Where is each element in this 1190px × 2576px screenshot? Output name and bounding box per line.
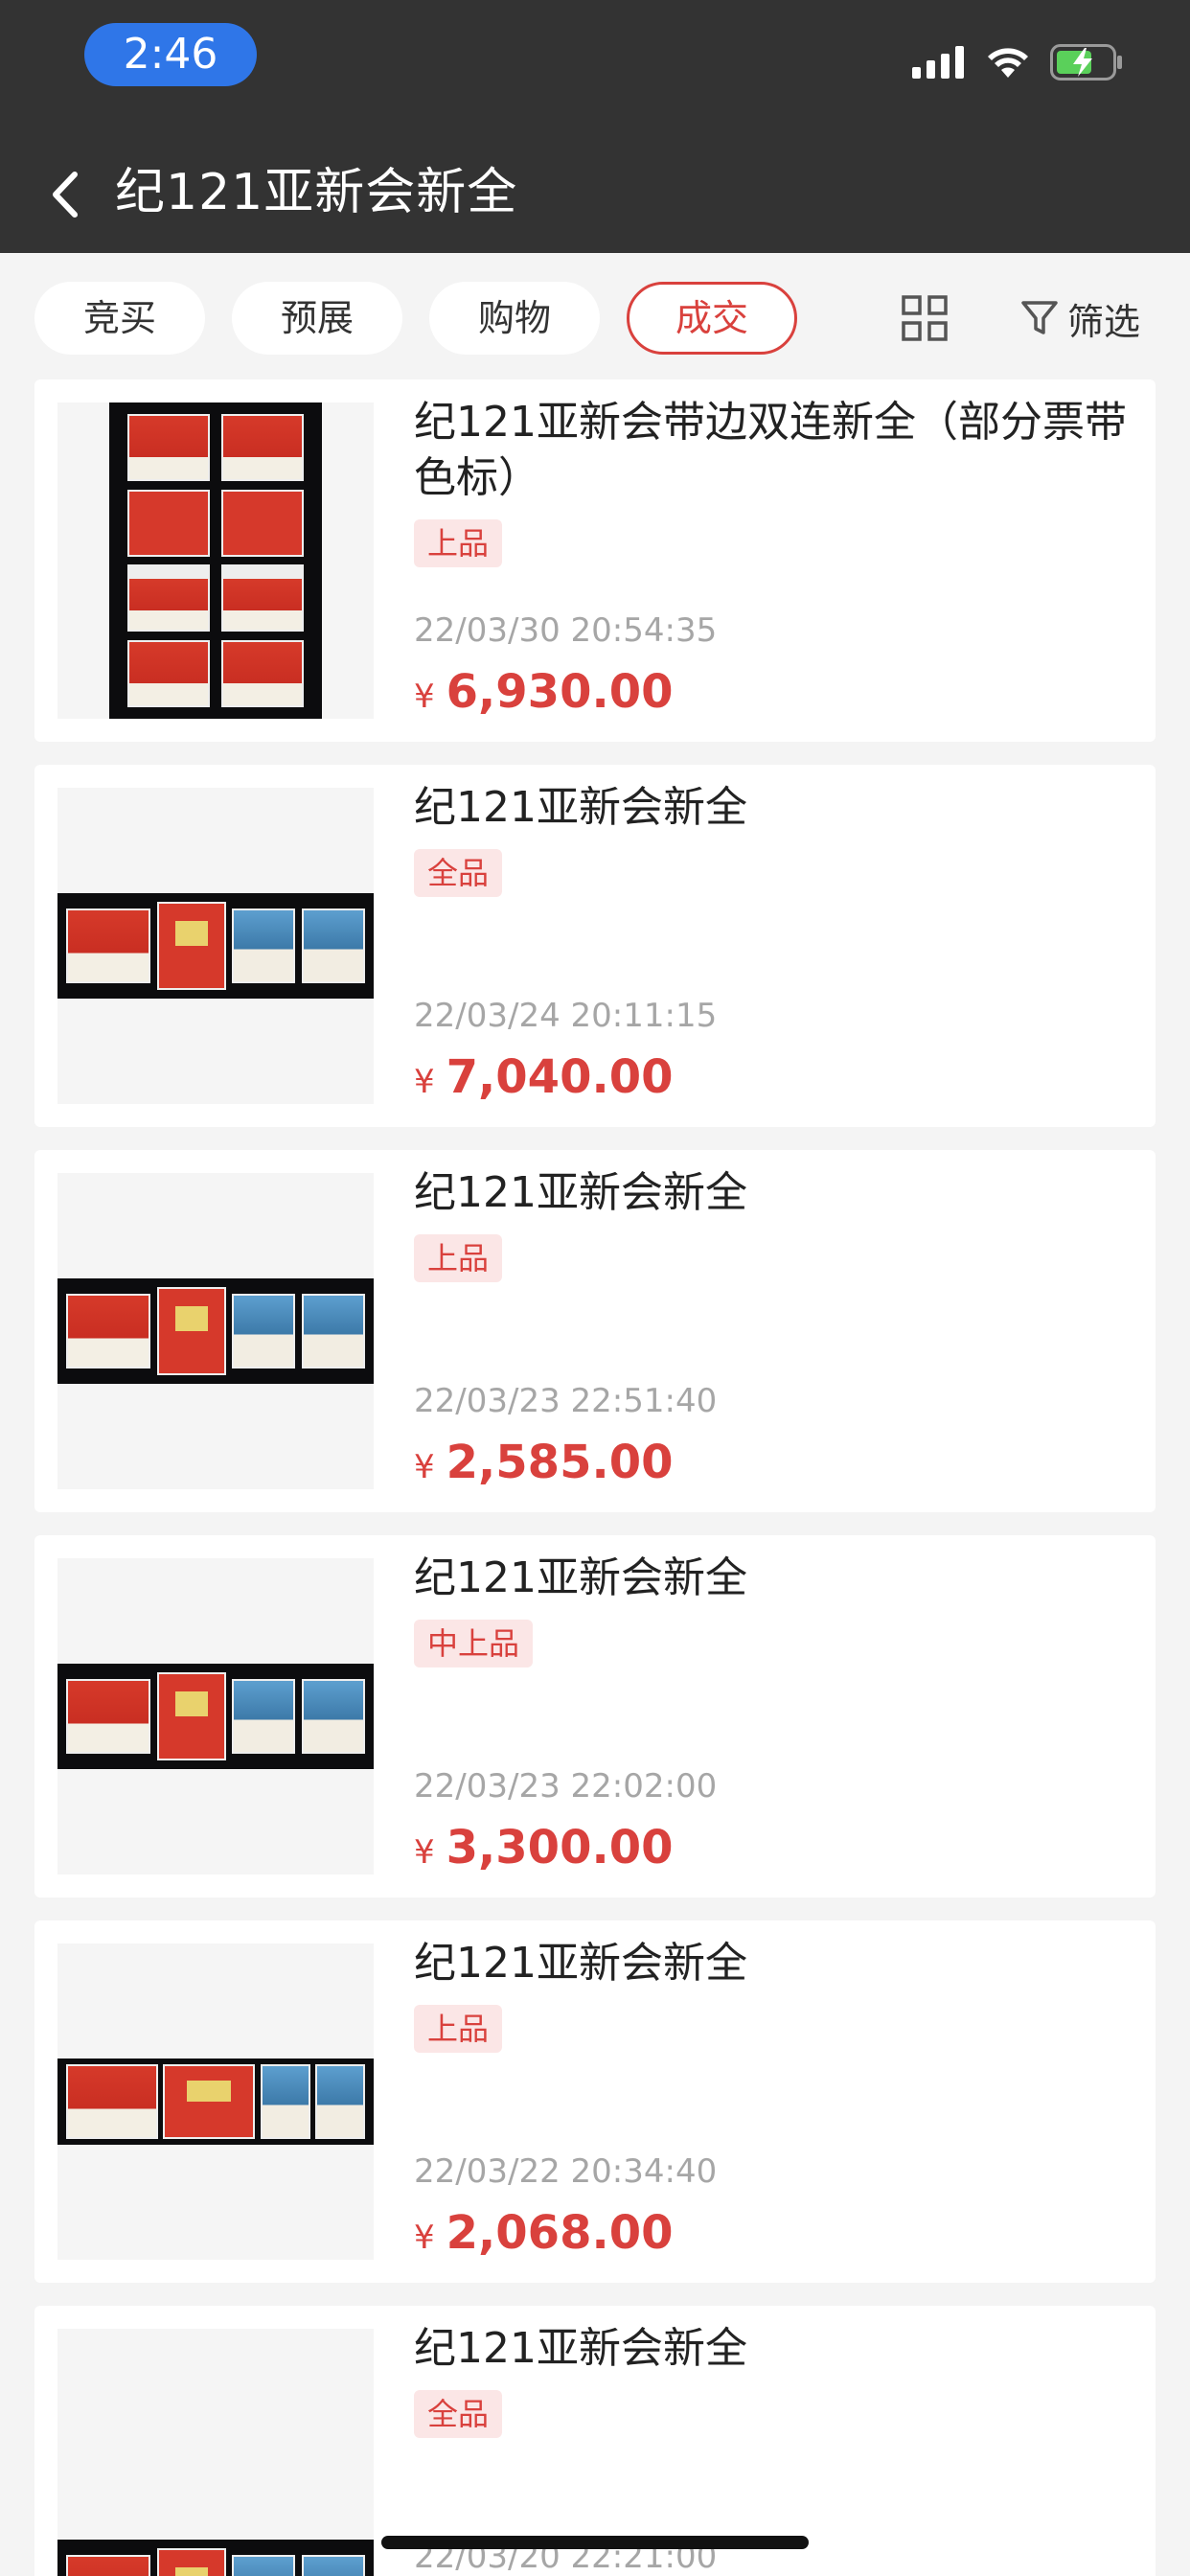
grade-badge: 中上品 <box>414 1620 534 1668</box>
item-title: 纪121亚新会新全 <box>414 1553 747 1602</box>
deal-price: ¥3,300.00 <box>414 1821 674 1874</box>
price-value: 6,930.00 <box>446 665 674 719</box>
list-item[interactable]: 纪121亚新会新全 上品 22/03/23 22:51:40 ¥2,585.00 <box>34 1150 1156 1512</box>
grade-badge: 上品 <box>414 2005 503 2053</box>
stamp-thumbnail <box>57 1944 374 2260</box>
list-item[interactable]: 纪121亚新会新全 中上品 22/03/23 22:02:00 ¥3,300.0… <box>34 1535 1156 1898</box>
list-item[interactable]: 纪121亚新会新全 全品 22/03/24 20:11:15 ¥7,040.00 <box>34 765 1156 1127</box>
deal-date: 22/03/24 20:11:15 <box>414 997 718 1035</box>
signal-icon <box>912 46 964 79</box>
grid-view-icon[interactable] <box>901 294 949 342</box>
filter-bar: 竞买 预展 购物 成交 筛选 <box>0 253 1190 380</box>
deal-date: 22/03/23 22:51:40 <box>414 1382 718 1420</box>
tab-preview[interactable]: 预展 <box>232 282 402 355</box>
page-title: 纪121亚新会新全 <box>115 164 518 221</box>
stamp-thumbnail <box>57 1558 374 1874</box>
list-item[interactable]: 纪121亚新会新全 上品 22/03/22 20:34:40 ¥2,068.00 <box>34 1920 1156 2283</box>
currency-symbol: ¥ <box>414 678 435 716</box>
price-value: 7,040.00 <box>446 1050 674 1104</box>
price-value: 2,585.00 <box>446 1436 674 1489</box>
grade-badge: 全品 <box>414 2390 503 2438</box>
status-time: 2:46 <box>84 23 257 86</box>
status-icons <box>912 38 1123 86</box>
item-title: 纪121亚新会新全 <box>414 1939 747 1988</box>
item-title: 纪121亚新会带边双连新全（部分票带色标） <box>414 398 1127 502</box>
grade-badge: 上品 <box>414 1234 503 1282</box>
list-item[interactable]: 纪121亚新会带边双连新全（部分票带色标） 上品 22/03/30 20:54:… <box>34 380 1156 742</box>
filter-button[interactable]: 筛选 <box>1019 291 1140 345</box>
wifi-icon <box>988 48 1028 78</box>
currency-symbol: ¥ <box>414 1833 435 1872</box>
stamp-thumbnail <box>57 1173 374 1489</box>
deal-date: 22/03/30 20:54:35 <box>414 611 718 650</box>
deal-price: ¥2,585.00 <box>414 1436 674 1489</box>
funnel-icon <box>1021 301 1058 334</box>
item-title: 纪121亚新会新全 <box>414 2324 747 2373</box>
stamp-thumbnail <box>57 2329 374 2576</box>
filter-label: 筛选 <box>1067 300 1141 343</box>
grade-badge: 全品 <box>414 849 503 897</box>
deal-date: 22/03/23 22:02:00 <box>414 1767 718 1806</box>
price-value: 2,068.00 <box>446 2206 674 2260</box>
back-arrow-icon[interactable] <box>38 161 96 228</box>
header: 2:46 纪121亚新会新全 <box>0 0 1190 253</box>
item-title: 纪121亚新会新全 <box>414 1168 747 1217</box>
deal-price: ¥6,930.00 <box>414 665 674 719</box>
battery-icon <box>1050 44 1122 80</box>
tab-deals[interactable]: 成交 <box>627 282 797 355</box>
tab-shopping[interactable]: 购物 <box>429 282 600 355</box>
currency-symbol: ¥ <box>414 1063 435 1101</box>
home-indicator[interactable] <box>381 2536 809 2549</box>
stamp-thumbnail <box>57 788 374 1104</box>
currency-symbol: ¥ <box>414 2219 435 2257</box>
stamp-thumbnail <box>57 402 374 719</box>
deal-price: ¥2,068.00 <box>414 2206 674 2260</box>
deal-price: ¥7,040.00 <box>414 1050 674 1104</box>
deal-date: 22/03/22 20:34:40 <box>414 2152 718 2191</box>
tab-auction[interactable]: 竞买 <box>34 282 205 355</box>
price-value: 3,300.00 <box>446 1821 674 1874</box>
app-screen: 2:46 纪121亚新会新全 竞买 预展 购物 成交 筛选 纪121亚新会带边双… <box>0 0 1190 2576</box>
item-title: 纪121亚新会新全 <box>414 783 747 832</box>
currency-symbol: ¥ <box>414 1448 435 1486</box>
grade-badge: 上品 <box>414 519 503 567</box>
